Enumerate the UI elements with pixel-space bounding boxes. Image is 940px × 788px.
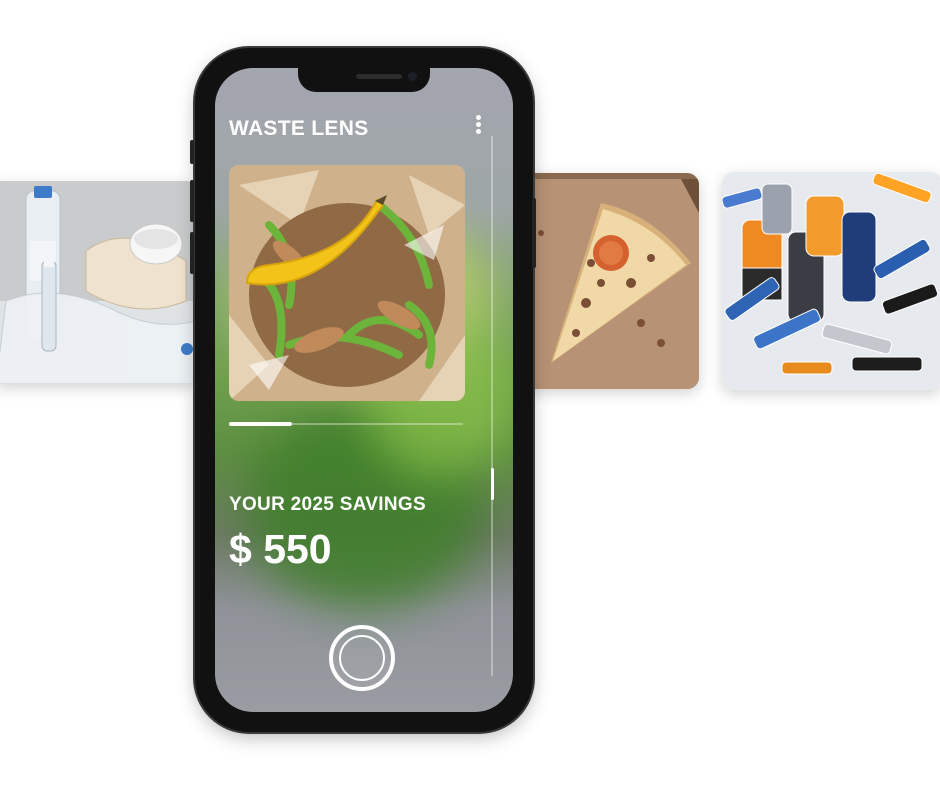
phone-side-button: [190, 140, 194, 164]
shutter-inner-ring: [339, 635, 385, 681]
phone-notch: [298, 68, 430, 92]
phone-volume-up: [190, 180, 194, 222]
savings-label: YOUR 2025 SAVINGS: [229, 494, 426, 515]
plastic-bottles-photo: [0, 181, 198, 384]
carousel-progress: [229, 422, 463, 426]
more-vertical-icon[interactable]: [474, 115, 482, 137]
scrollbar-track[interactable]: [491, 136, 493, 676]
phone-mockup: WASTE LENS YOUR 2025 SAVINGS $ 550: [190, 48, 536, 732]
savings-value: $ 550: [229, 526, 332, 572]
phone-volume-down: [190, 232, 194, 274]
app-title: WASTE LENS: [229, 117, 369, 140]
app-screen: WASTE LENS YOUR 2025 SAVINGS $ 550: [215, 68, 513, 712]
speaker-grille: [356, 74, 402, 79]
carousel-progress-fill: [229, 422, 293, 426]
front-camera: [408, 72, 417, 81]
camera-shutter-icon[interactable]: [329, 625, 395, 691]
food-scraps-photo[interactable]: [229, 165, 465, 401]
scrollbar-thumb[interactable]: [491, 468, 494, 500]
phone-power-button: [532, 198, 536, 268]
batteries-photo: [722, 172, 940, 390]
